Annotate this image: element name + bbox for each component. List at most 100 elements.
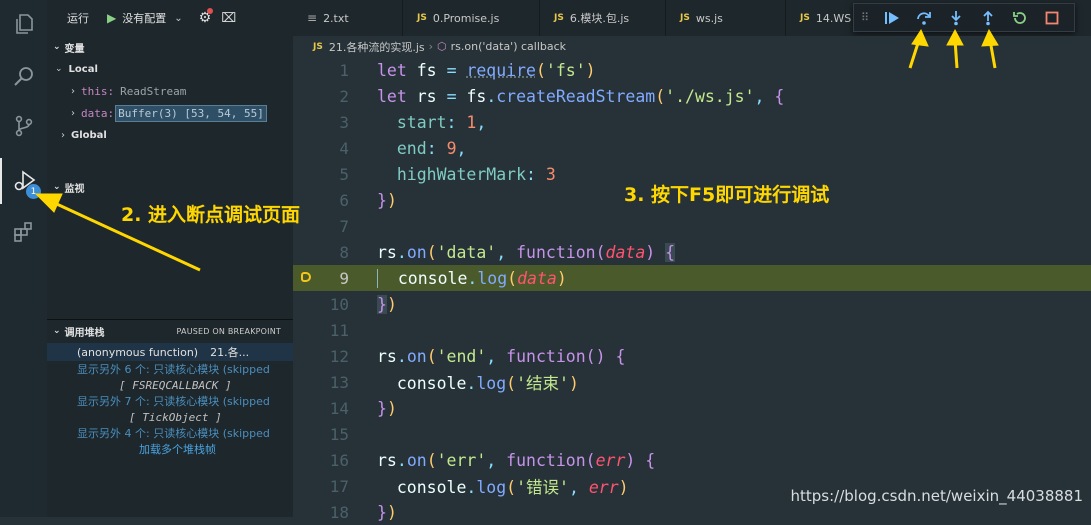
watermark: https://blog.csdn.net/weixin_44038881 (790, 487, 1083, 505)
chevron-down-icon: ⌄ (55, 64, 63, 74)
variables-tree: ⌄ Local › this: ReadStream › data: Buffe… (47, 58, 293, 146)
line-number: 15 (329, 424, 349, 444)
chevron-down-icon: ⌄ (53, 42, 61, 52)
skipped-frames-3[interactable]: 显示另外 4 个: 只读核心模块 (skipped (47, 425, 293, 441)
scope-global-label: Global (71, 129, 107, 141)
line-number: 6 (339, 190, 349, 210)
code-line: 7 (293, 213, 1091, 239)
chevron-right-icon: › (71, 85, 75, 97)
tab-ws[interactable]: JS ws.js (666, 0, 786, 36)
load-more-frames-link[interactable]: 加载多个堆栈帧 (47, 441, 293, 457)
debug-sidebar: 运行 ▶ 没有配置 ⌄ ⚙ ⌧ ⌄ 变量 ⌄ Local › this: Rea… (47, 0, 293, 517)
var-data-name: data: (81, 106, 115, 120)
tab-module[interactable]: JS 6.模块.包.js (540, 0, 666, 36)
chevron-right-icon: › (428, 40, 434, 53)
search-icon[interactable] (0, 56, 47, 96)
tab-promise[interactable]: JS 0.Promise.js (403, 0, 540, 36)
debug-badge: 1 (26, 184, 41, 199)
code-line: 12 rs.on('end', function() { (293, 343, 1091, 369)
annotation-step2: 2. 进入断点调试页面 (121, 204, 301, 226)
tab-2-txt[interactable]: ≡ 2.txt (293, 0, 403, 36)
stop-icon[interactable] (1036, 4, 1068, 31)
symbol-icon: ⬡ (437, 40, 447, 53)
step-into-icon[interactable] (940, 4, 972, 31)
code-line: 11 (293, 317, 1091, 343)
text-file-icon: ≡ (307, 11, 318, 25)
annotation-step3: 3. 按下F5即可进行调试 (624, 184, 830, 206)
code-line: 14 }) (293, 395, 1091, 421)
scope-global[interactable]: › Global (47, 124, 293, 146)
stack-frame-current[interactable]: (anonymous function) 21.各... (47, 343, 293, 361)
source-control-icon[interactable] (0, 106, 47, 146)
step-over-icon[interactable] (908, 4, 940, 31)
run-bar: 运行 ▶ 没有配置 ⌄ ⚙ ⌧ (47, 0, 293, 36)
code-line: 1 let fs = require('fs') (293, 57, 1091, 83)
scope-local[interactable]: ⌄ Local (47, 58, 293, 80)
js-file-icon: JS (313, 41, 323, 52)
skipped-frames-2[interactable]: 显示另外 7 个: 只读核心模块 (skipped (47, 393, 293, 409)
line-number: 11 (329, 320, 349, 340)
line-number: 14 (329, 398, 349, 418)
line-number: 18 (329, 502, 349, 522)
start-debug-icon[interactable]: ▶ (107, 11, 116, 25)
code-line: 2 let rs = fs.createReadStream('./ws.js'… (293, 83, 1091, 109)
current-line-highlight: 9 console.log(data) (293, 265, 1091, 291)
line-number: 5 (339, 164, 349, 184)
frame-file: 21.各... (210, 346, 250, 359)
code-line: 3 start: 1, (293, 109, 1091, 135)
line-number: 17 (329, 476, 349, 496)
line-number: 8 (339, 242, 349, 262)
line-number: 3 (339, 112, 349, 132)
js-file-icon: JS (417, 13, 427, 23)
debug-toolbar: ⠿ (853, 3, 1075, 32)
debug-console-icon[interactable]: ⌧ (221, 11, 236, 26)
settings-gear-icon[interactable]: ⚙ (199, 8, 213, 26)
tab-label: 14.WS (815, 11, 852, 25)
explorer-icon[interactable] (0, 4, 47, 44)
breadcrumb-symbol[interactable]: rs.on('data') callback (451, 40, 566, 53)
chevron-right-icon: › (61, 129, 65, 141)
continue-icon[interactable] (876, 4, 908, 31)
extensions-icon[interactable] (0, 212, 47, 252)
call-stack-title: 调用堆栈 (64, 327, 105, 339)
call-stack-list: (anonymous function) 21.各... 显示另外 6 个: 只… (47, 343, 293, 457)
code-line: 15 (293, 421, 1091, 447)
line-number: 2 (339, 86, 349, 106)
line-number: 4 (339, 138, 349, 158)
line-number: 9 (339, 268, 349, 288)
tab-label: 0.Promise.js (432, 11, 500, 25)
restart-icon[interactable] (1004, 4, 1036, 31)
watch-title: 监视 (64, 183, 85, 195)
line-number: 16 (329, 450, 349, 470)
line-number: 13 (329, 372, 349, 392)
config-select[interactable]: 没有配置 (122, 10, 166, 26)
breadcrumb-file[interactable]: 21.各种流的实现.js (329, 39, 425, 55)
js-file-icon: JS (554, 13, 564, 23)
drag-handle-icon[interactable]: ⠿ (854, 4, 876, 31)
step-out-icon[interactable] (972, 4, 1004, 31)
code-line: 4 end: 9, (293, 135, 1091, 161)
js-file-icon: JS (680, 13, 690, 23)
var-data[interactable]: › data: Buffer(3) [53, 54, 55] (47, 102, 293, 124)
run-debug-icon[interactable]: 1 (0, 158, 47, 204)
variables-header[interactable]: ⌄ 变量 (47, 36, 293, 58)
var-this[interactable]: › this: ReadStream (47, 80, 293, 102)
code-line: 8 rs.on('data', function(data) { (293, 239, 1091, 265)
breadcrumb: JS 21.各种流的实现.js › ⬡ rs.on('data') callba… (293, 36, 1091, 57)
stack-frame-tick[interactable]: [ TickObject ] (47, 409, 293, 425)
var-data-value: Buffer(3) [53, 54, 55] (115, 104, 267, 122)
skipped-frames-1[interactable]: 显示另外 6 个: 只读核心模块 (skipped (47, 361, 293, 377)
code-editor[interactable]: 1 let fs = require('fs') 2 let rs = fs.c… (293, 57, 1091, 522)
tab-label: ws.js (695, 11, 723, 25)
variables-title: 变量 (64, 43, 85, 55)
chevron-right-icon: › (71, 107, 75, 119)
call-stack-header[interactable]: ⌄ 调用堆栈 PAUSED ON BREAKPOINT (47, 319, 293, 342)
line-number: 7 (339, 216, 349, 236)
watch-header[interactable]: ⌄ 监视 (47, 176, 293, 198)
breakpoint-marker-icon[interactable] (301, 272, 311, 282)
stack-frame-fsreq[interactable]: [ FSREQCALLBACK ] (47, 377, 293, 393)
var-this-name: this: (81, 84, 115, 98)
js-file-icon: JS (800, 13, 810, 23)
chevron-down-icon[interactable]: ⌄ (174, 13, 182, 24)
code-line: 10 }) (293, 291, 1091, 317)
